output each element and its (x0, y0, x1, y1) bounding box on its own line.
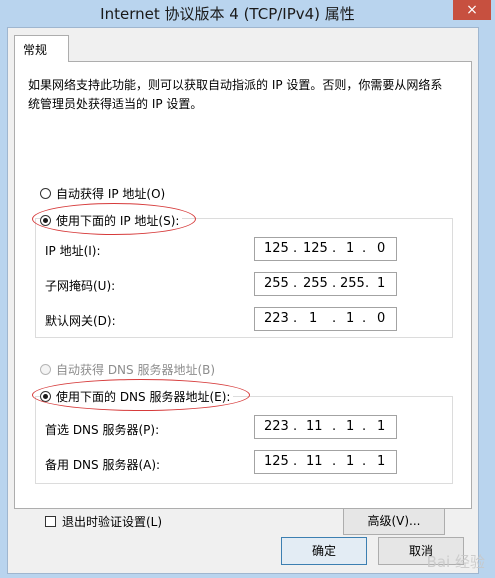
validate-option[interactable]: 退出时验证设置(L) (45, 513, 162, 530)
subnet-mask-label: 子网掩码(U): (45, 279, 116, 293)
preferred-dns-input[interactable]: 223 . 11 . 1 . 1 (254, 415, 397, 439)
alternate-dns-label: 备用 DNS 服务器(A): (45, 458, 161, 472)
auto-dns-label: 自动获得 DNS 服务器地址(B) (56, 363, 216, 377)
validate-label: 退出时验证设置(L) (62, 515, 163, 529)
close-button[interactable]: × (453, 0, 491, 20)
window-title: Internet 协议版本 4 (TCP/IPv4) 属性 (100, 5, 355, 23)
default-gateway-input[interactable]: 223 . 1 . 1 . 0 (254, 307, 397, 331)
baidu-watermark: Bai 经验 (426, 553, 485, 571)
advanced-button[interactable]: 高级(V)... (343, 508, 445, 535)
default-gateway-label: 默认网关(D): (45, 314, 116, 328)
auto-dns-option[interactable]: 自动获得 DNS 服务器地址(B) (40, 361, 215, 378)
title-bar: Internet 协议版本 4 (TCP/IPv4) 属性 × (0, 0, 495, 27)
auto-ip-option[interactable]: 自动获得 IP 地址(O) (40, 185, 165, 202)
subnet-mask-input[interactable]: 255 . 255 . 255 . 1 (254, 272, 397, 296)
auto-ip-radio[interactable] (40, 188, 51, 199)
alternate-dns-input[interactable]: 125 . 11 . 1 . 1 (254, 450, 397, 474)
auto-dns-radio[interactable] (40, 364, 51, 375)
general-tab-panel: 如果网络支持此功能，则可以获取自动指派的 IP 设置。否则，你需要从网络系统管理… (14, 61, 472, 535)
validate-checkbox[interactable] (45, 516, 56, 527)
tab-general-label: 常规 (23, 43, 48, 57)
preferred-dns-label: 首选 DNS 服务器(P): (45, 423, 160, 437)
annotation-ellipse (32, 203, 196, 235)
auto-ip-label: 自动获得 IP 地址(O) (56, 187, 166, 201)
annotation-ellipse (32, 379, 250, 411)
properties-dialog: 常规 如果网络支持此功能，则可以获取自动指派的 IP 设置。否则，你需要从网络系… (7, 27, 479, 574)
description-text: 如果网络支持此功能，则可以获取自动指派的 IP 设置。否则，你需要从网络系统管理… (28, 78, 443, 111)
ok-button[interactable]: 确定 (281, 537, 367, 565)
tab-general[interactable]: 常规 (14, 35, 69, 62)
ip-address-label: IP 地址(I): (45, 244, 101, 258)
ip-address-input[interactable]: 125 . 125 . 1 . 0 (254, 237, 397, 261)
